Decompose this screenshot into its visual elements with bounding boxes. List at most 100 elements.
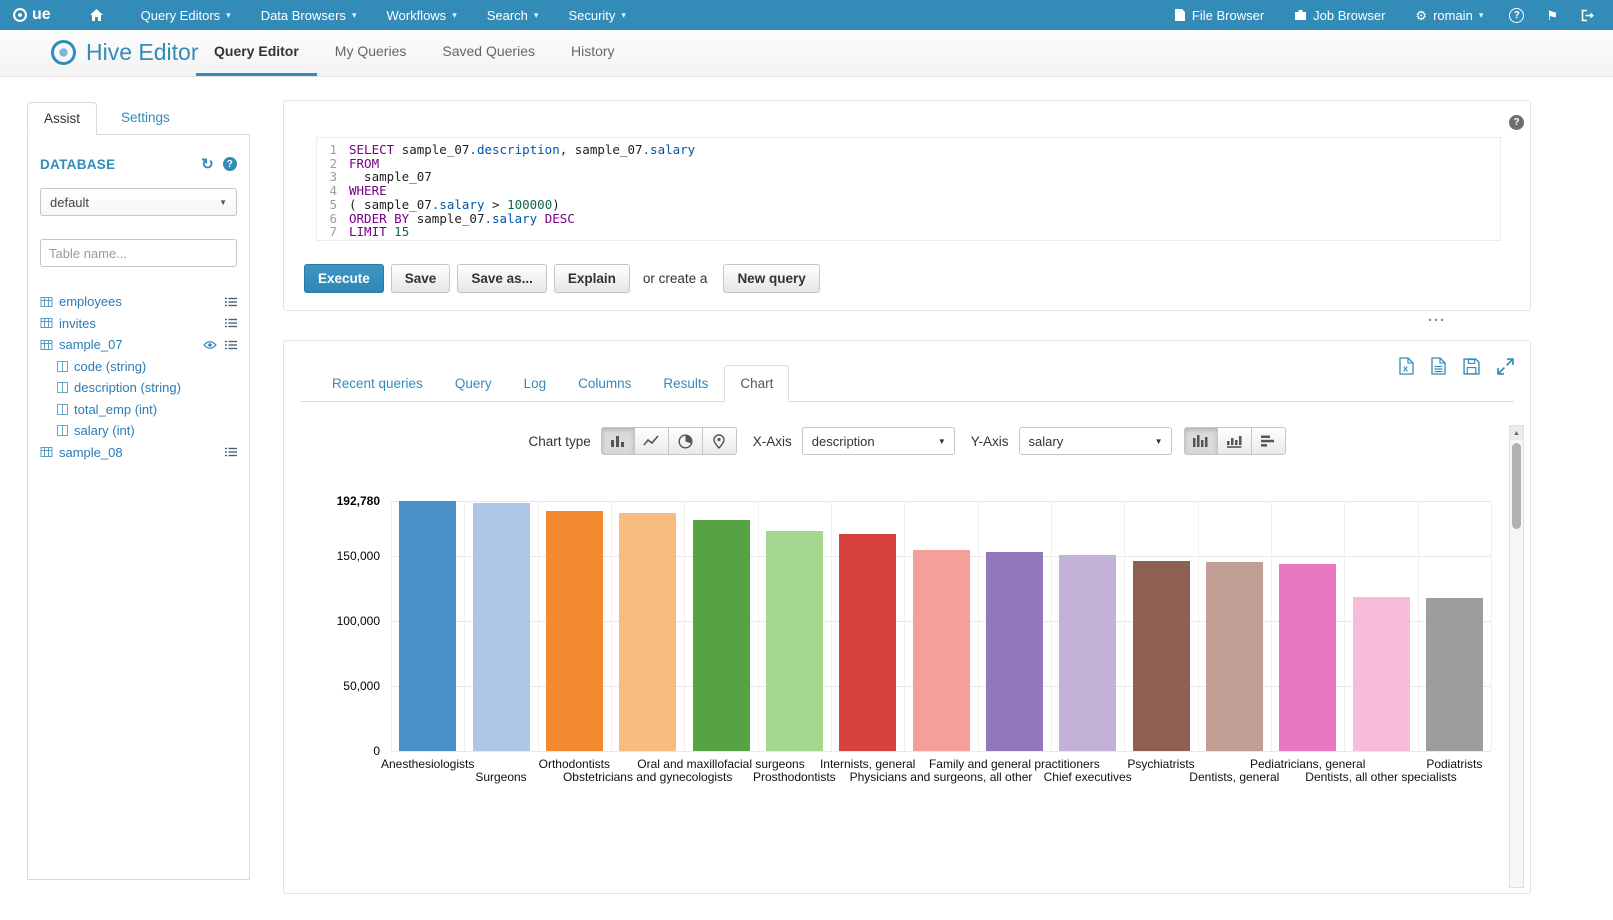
eye-icon[interactable] xyxy=(203,340,217,350)
column-item-code[interactable]: code (string) xyxy=(40,356,237,378)
gridline xyxy=(391,501,392,751)
gridline xyxy=(684,501,685,751)
column-name: description (string) xyxy=(74,380,181,395)
table-item-sample-07[interactable]: sample_07 xyxy=(40,334,237,356)
column-item-total-emp[interactable]: total_emp (int) xyxy=(40,399,237,421)
bar-podiatrists xyxy=(1426,598,1483,751)
help-button[interactable]: ? xyxy=(1498,0,1535,30)
help-icon[interactable]: ? xyxy=(223,157,237,171)
salary-bar-chart: 050,000100,000150,000192,780 Anesthesiol… xyxy=(284,491,1532,831)
save-button[interactable]: Save xyxy=(391,264,451,293)
code-line: 5( sample_07.salary > 100000) xyxy=(317,198,1500,212)
header-tab-history[interactable]: History xyxy=(553,29,633,76)
new-query-button[interactable]: New query xyxy=(723,264,819,293)
table-item-sample-08[interactable]: sample_08 xyxy=(40,442,237,464)
database-header: DATABASE ↻ ? xyxy=(40,155,237,173)
sign-out-button[interactable] xyxy=(1569,0,1607,30)
tab-assist[interactable]: Assist xyxy=(27,102,97,135)
results-tab-log[interactable]: Log xyxy=(508,365,563,402)
nav-menu-security[interactable]: Security ▾ xyxy=(553,0,641,30)
header-tab-my-queries[interactable]: My Queries xyxy=(317,29,425,76)
editor-help-icon[interactable]: ? xyxy=(1509,115,1524,130)
bar-chart-icon xyxy=(610,434,626,448)
code-line: 6ORDER BY sample_07.salary DESC xyxy=(317,212,1500,226)
code-line: 2FROM xyxy=(317,157,1500,171)
save-as-button[interactable]: Save as... xyxy=(457,264,547,293)
caret-down-icon: ▾ xyxy=(621,10,626,21)
job-browser-button[interactable]: Job Browser xyxy=(1279,0,1400,30)
app-header: Hive Editor Query EditorMy QueriesSaved … xyxy=(0,30,1613,77)
hue-brand[interactable]: ue xyxy=(0,6,67,24)
x-axis-select[interactable]: description ▼ xyxy=(802,427,955,455)
file-icon xyxy=(1174,8,1186,22)
refresh-icon[interactable]: ↻ xyxy=(201,155,214,173)
user-menu[interactable]: ⚙ romain ▾ xyxy=(1400,0,1498,30)
header-tab-query-editor[interactable]: Query Editor xyxy=(196,29,317,76)
map-marker-button[interactable] xyxy=(703,427,737,455)
table-list: employeesinvitessample_07code (string) de… xyxy=(40,291,237,463)
nav-menu-data-browsers[interactable]: Data Browsers▾ xyxy=(246,0,372,30)
nav-menu-workflows[interactable]: Workflows▾ xyxy=(371,0,471,30)
results-tab-recent-queries[interactable]: Recent queries xyxy=(316,365,439,402)
column-name: code (string) xyxy=(74,359,146,374)
grouped-bars-button[interactable] xyxy=(1184,427,1218,455)
nav-menu-query-editors[interactable]: Query Editors▾ xyxy=(126,0,246,30)
table-item-invites[interactable]: invites xyxy=(40,313,237,335)
list-icon[interactable] xyxy=(225,340,237,350)
sql-code-editor[interactable]: 1SELECT sample_07.description, sample_07… xyxy=(316,137,1501,241)
x-tick-label: Chief executives xyxy=(1044,770,1132,784)
grouped-bars-icon xyxy=(1192,434,1209,448)
explain-button[interactable]: Explain xyxy=(554,264,630,293)
x-tick-label: Internists, general xyxy=(820,757,915,771)
line-chart-button[interactable] xyxy=(635,427,669,455)
column-name: salary (int) xyxy=(74,423,135,438)
x-tick-label: Obstetricians and gynecologists xyxy=(563,770,732,784)
results-tab-query[interactable]: Query xyxy=(439,365,508,402)
resize-grip[interactable]: ··· xyxy=(1428,313,1446,328)
gridline xyxy=(758,501,759,751)
table-item-employees[interactable]: employees xyxy=(40,291,237,313)
x-axis-label: X-Axis xyxy=(753,434,792,449)
database-select[interactable]: default ▼ xyxy=(40,188,237,216)
table-filter-input[interactable] xyxy=(40,239,237,267)
results-tab-results[interactable]: Results xyxy=(647,365,724,402)
tab-settings[interactable]: Settings xyxy=(121,110,170,125)
horizontal-bars-button[interactable] xyxy=(1252,427,1286,455)
line-number: 1 xyxy=(317,143,349,157)
pie-chart-button[interactable] xyxy=(669,427,703,455)
database-label: DATABASE xyxy=(40,157,115,172)
scrollbar-thumb[interactable] xyxy=(1512,443,1521,529)
home-button[interactable] xyxy=(67,0,126,30)
nav-menu-label: Data Browsers xyxy=(261,8,346,23)
x-tick-label: Family and general practitioners xyxy=(929,757,1100,771)
nav-menus: Query Editors▾Data Browsers▾Workflows▾Se… xyxy=(126,0,641,30)
nav-menu-search[interactable]: Search▾ xyxy=(472,0,554,30)
results-tab-chart[interactable]: Chart xyxy=(724,365,789,402)
bar-internists-general xyxy=(839,534,896,751)
chart-controls: Chart type X-Axis description ▼ Y-Axis s… xyxy=(284,427,1530,455)
help-icon: ? xyxy=(1509,8,1524,23)
results-tab-columns[interactable]: Columns xyxy=(562,365,647,402)
header-tab-saved-queries[interactable]: Saved Queries xyxy=(424,29,553,76)
chart-plot-area xyxy=(391,501,1491,751)
vertical-scrollbar[interactable]: ▲ xyxy=(1509,425,1524,888)
scroll-up-arrow[interactable]: ▲ xyxy=(1510,426,1523,440)
bar-chart-button[interactable] xyxy=(601,427,635,455)
list-icon[interactable] xyxy=(225,318,237,328)
execute-button[interactable]: Execute xyxy=(304,264,384,293)
nav-menu-label: Security xyxy=(568,8,615,23)
column-item-description[interactable]: description (string) xyxy=(40,377,237,399)
gridline xyxy=(831,501,832,751)
gridline xyxy=(978,501,979,751)
list-icon[interactable] xyxy=(225,447,237,457)
column-item-salary[interactable]: salary (int) xyxy=(40,420,237,442)
list-icon[interactable] xyxy=(225,297,237,307)
stacked-bars-button[interactable] xyxy=(1218,427,1252,455)
brand-label: ue xyxy=(32,6,51,24)
flag-button[interactable]: ⚑ xyxy=(1535,0,1569,30)
nav-menu-label: Search xyxy=(487,8,528,23)
assist-sidebar: Assist Settings DATABASE ↻ ? default ▼ e… xyxy=(27,100,250,880)
bar-layout-group xyxy=(1184,427,1286,455)
y-axis-select[interactable]: salary ▼ xyxy=(1019,427,1172,455)
file-browser-button[interactable]: File Browser xyxy=(1159,0,1279,30)
